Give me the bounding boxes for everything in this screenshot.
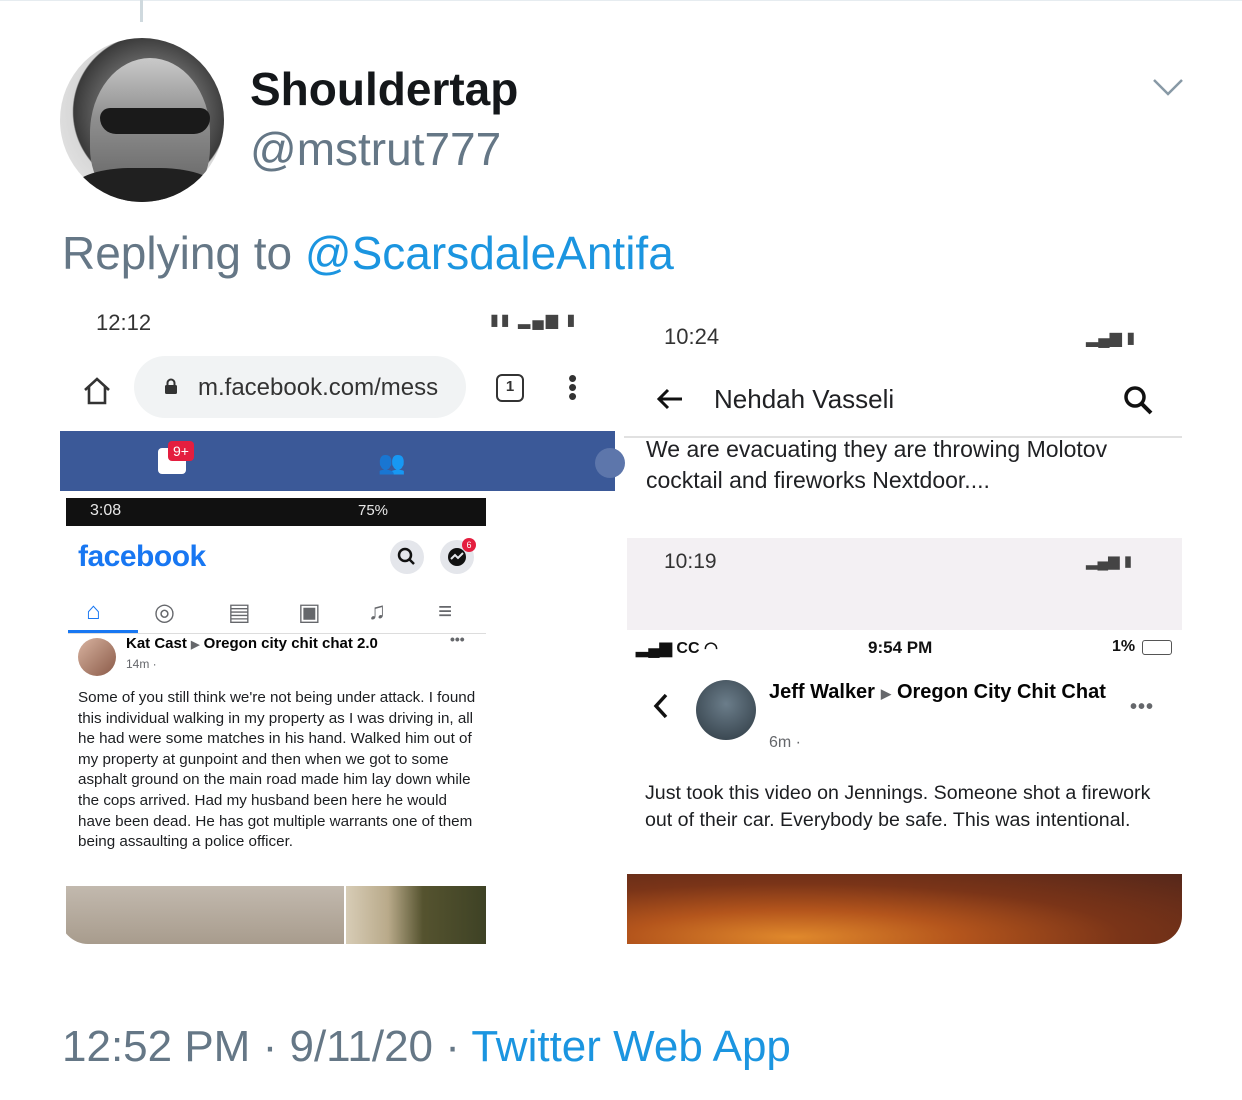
right-status-time: 10:24 [664, 324, 720, 349]
notification-badge: 9+ [168, 441, 194, 461]
chevron-left-icon[interactable] [652, 692, 670, 720]
contact-name[interactable]: Nehdah Vasseli [714, 384, 894, 415]
search-icon[interactable] [1122, 384, 1154, 416]
post-author-line: Jeff Walker ▶ Oregon City Chit Chat [769, 680, 1109, 706]
avatar-shirt [70, 168, 220, 202]
post-author-line: Kat Cast ▶ Oregon city chit chat 2.0 [126, 635, 378, 652]
meta-separator: · [262, 1022, 278, 1071]
left-status-time: 12:12 [96, 310, 152, 335]
post-timestamp[interactable]: 6m · [769, 734, 801, 752]
messenger-badge: 6 [462, 538, 476, 552]
ios-time: 9:54 PM [868, 638, 933, 657]
nav-divider [68, 633, 486, 634]
post-author-avatar[interactable] [78, 638, 116, 676]
group-arrow-icon: ▶ [880, 686, 891, 701]
right-status-icons: ▂▄▆ ▮ [1086, 330, 1136, 347]
post-more-icon[interactable]: ••• [1130, 696, 1154, 719]
post-author-name[interactable]: Jeff Walker [769, 681, 875, 703]
groups-icon[interactable]: ◎ [154, 598, 175, 627]
messenger-icon[interactable] [595, 448, 625, 478]
post-body: Some of you still think we're not being … [78, 689, 476, 851]
post-photo[interactable] [66, 886, 344, 944]
friends-icon[interactable]: 👥 [378, 450, 405, 476]
hamburger-menu-icon[interactable]: ≡ [438, 598, 452, 626]
bell-icon[interactable]: ♫ [368, 598, 386, 626]
home-icon[interactable] [82, 376, 112, 406]
inner-status-time: 10:19 [664, 550, 717, 573]
battery-icon [1142, 640, 1172, 655]
inner-battery: 75% [358, 502, 389, 519]
avatar[interactable] [60, 38, 224, 202]
top-divider [0, 0, 1242, 1]
facebook-nav: ⌂ ◎ ▤ ▣ ♫ ≡ [68, 594, 488, 634]
post-body: Just took this video on Jennings. Someon… [645, 782, 1151, 831]
chevron-down-icon[interactable] [1152, 76, 1184, 100]
replying-to-label: Replying to [62, 227, 293, 279]
facebook-top-bar [60, 431, 615, 491]
url-text[interactable]: m.facebook.com/mess [198, 374, 438, 402]
marketplace-icon[interactable]: ▤ [228, 598, 251, 627]
left-status-icons: ▮▮ ▂▄▆ ▮ [490, 312, 578, 329]
inner-status-time: 3:08 [90, 502, 122, 519]
search-icon[interactable] [390, 540, 424, 574]
facebook-logo[interactable]: facebook [78, 540, 206, 574]
tweet-source-link[interactable]: Twitter Web App [471, 1022, 791, 1071]
ios-carrier: ▂▄▆ CC ◠ [636, 640, 718, 657]
post-video-thumbnail[interactable] [627, 874, 1182, 944]
post-group-name[interactable]: Oregon City Chit Chat [897, 681, 1106, 703]
replying-to-line: Replying to @ScarsdaleAntifa [62, 226, 674, 280]
post-group-name[interactable]: Oregon city chit chat 2.0 [204, 635, 378, 652]
avatar-sunglasses [100, 108, 210, 134]
ios-battery-percent: 1% [1112, 638, 1136, 655]
tweet-date[interactable]: 9/11/20 [289, 1022, 433, 1071]
display-name[interactable]: Shouldertap [250, 62, 518, 116]
tabs-icon[interactable]: 1 [496, 374, 524, 402]
meta-separator: · [445, 1022, 460, 1071]
group-arrow-icon: ▶ [191, 639, 200, 651]
back-arrow-icon[interactable] [656, 388, 684, 410]
tweet-time[interactable]: 12:52 PM [62, 1022, 250, 1071]
post-photo[interactable] [346, 886, 486, 944]
news-icon[interactable]: ▣ [298, 598, 321, 627]
post-more-icon[interactable]: ••• [450, 631, 465, 647]
tweet-meta: 12:52 PM · 9/11/20 · Twitter Web App [62, 1022, 791, 1072]
kebab-menu-icon[interactable]: • • • [568, 365, 577, 409]
post-author-name[interactable]: Kat Cast [126, 635, 187, 652]
replying-to-mention-link[interactable]: @ScarsdaleAntifa [305, 227, 674, 279]
message-text: We are evacuating they are throwing Molo… [646, 436, 1108, 493]
post-timestamp[interactable]: 14m · [126, 657, 157, 671]
inner-status-icons: ▂▄▆ ▮ [1086, 553, 1133, 570]
lock-icon [165, 378, 177, 394]
user-handle[interactable]: @mstrut777 [250, 122, 501, 176]
post-author-avatar[interactable] [696, 680, 756, 740]
inner-status-bar [66, 498, 486, 526]
tweet-media[interactable]: 12:12 ▮▮ ▂▄▆ ▮ m.facebook.com/mess 1 • • •… [60, 290, 1182, 944]
thread-connector-line [140, 0, 143, 22]
home-icon[interactable]: ⌂ [86, 598, 101, 626]
